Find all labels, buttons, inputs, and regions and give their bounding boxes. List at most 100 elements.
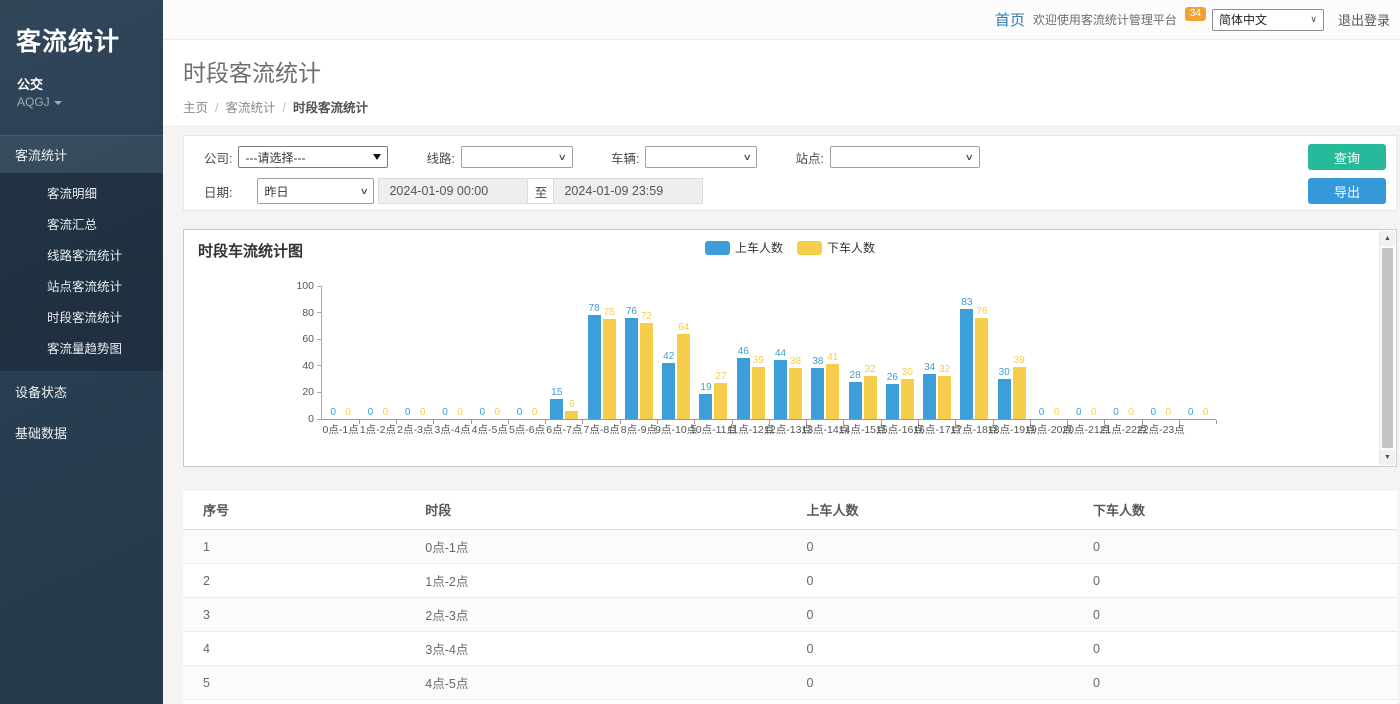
bar[interactable] bbox=[677, 334, 690, 419]
bar-value-label: 32 bbox=[865, 364, 876, 375]
bar-column: 0 bbox=[379, 407, 392, 419]
bar[interactable] bbox=[699, 394, 712, 419]
bar[interactable] bbox=[603, 319, 616, 419]
bar[interactable] bbox=[640, 323, 653, 419]
bar-group: 343216点-17点 bbox=[919, 287, 956, 419]
scroll-down-icon[interactable]: ▼ bbox=[1380, 450, 1395, 465]
bar[interactable] bbox=[826, 364, 839, 419]
bar-value-label: 28 bbox=[850, 370, 861, 381]
table-cell: 0 bbox=[798, 666, 1085, 700]
bar[interactable] bbox=[886, 384, 899, 419]
legend-item[interactable]: 下车人数 bbox=[797, 239, 875, 256]
query-button[interactable]: 查询 bbox=[1308, 144, 1386, 170]
sidebar-item[interactable]: 客流汇总 bbox=[0, 208, 163, 239]
station-select[interactable]: ∨ bbox=[830, 146, 980, 168]
bar-value-label: 0 bbox=[405, 407, 411, 418]
bar-column: 0 bbox=[438, 407, 451, 419]
table-cell: 1 bbox=[183, 530, 417, 564]
bar-group: 78757点-8点 bbox=[583, 287, 620, 419]
bar-value-label: 0 bbox=[1113, 407, 1119, 418]
date-preset-select[interactable]: 昨日 ∨ bbox=[257, 178, 374, 204]
bar-value-label: 83 bbox=[961, 297, 972, 308]
org-name: 公交 bbox=[17, 74, 146, 93]
bar-column: 0 bbox=[491, 407, 504, 419]
sidebar-item[interactable]: 客流明细 bbox=[0, 177, 163, 208]
table-cell: 0 bbox=[1085, 632, 1397, 666]
bar-value-label: 0 bbox=[1128, 407, 1134, 418]
home-link[interactable]: 首页 bbox=[995, 9, 1025, 30]
bar[interactable] bbox=[960, 309, 973, 419]
sidebar-section[interactable]: 客流统计 bbox=[0, 135, 163, 173]
bar[interactable] bbox=[864, 376, 877, 419]
sidebar-item[interactable]: 客流量趋势图 bbox=[0, 332, 163, 363]
bar-value-label: 0 bbox=[1091, 407, 1097, 418]
sidebar-section[interactable]: 设备状态 bbox=[0, 371, 163, 412]
y-axis-tick: 100 bbox=[282, 280, 322, 292]
bar-column: 0 bbox=[327, 407, 340, 419]
sidebar-item[interactable]: 时段客流统计 bbox=[0, 301, 163, 332]
bar[interactable] bbox=[975, 318, 988, 419]
table-cell: 0点-1点 bbox=[417, 530, 798, 564]
x-axis-label: 3点-4点 bbox=[434, 422, 470, 437]
bar-value-label: 0 bbox=[494, 407, 500, 418]
bar[interactable] bbox=[938, 376, 951, 419]
legend-item[interactable]: 上车人数 bbox=[705, 239, 783, 256]
bar-column: 0 bbox=[401, 407, 414, 419]
bar[interactable] bbox=[849, 382, 862, 419]
breadcrumb-parent[interactable]: 客流统计 bbox=[226, 101, 276, 115]
bar-column: 76 bbox=[625, 306, 638, 419]
scroll-up-icon[interactable]: ▲ bbox=[1380, 231, 1395, 246]
bar[interactable] bbox=[789, 368, 802, 419]
logout-link[interactable]: 退出登录 bbox=[1338, 10, 1390, 29]
date-to-input[interactable]: 2024-01-09 23:59 bbox=[554, 179, 702, 203]
col-header-index: 序号 bbox=[183, 491, 417, 530]
x-axis-label: 8点-9点 bbox=[621, 422, 657, 437]
export-button[interactable]: 导出 bbox=[1308, 178, 1386, 204]
bar-group: 0023点-24点 bbox=[1179, 287, 1216, 419]
vehicle-select[interactable]: ∨ bbox=[645, 146, 757, 168]
scrollbar-thumb[interactable] bbox=[1382, 248, 1393, 448]
bar[interactable] bbox=[774, 360, 787, 419]
bar[interactable] bbox=[923, 374, 936, 419]
bar-group: 000点-1点 bbox=[322, 287, 359, 419]
language-select[interactable]: 简体中文 ∨ bbox=[1212, 9, 1324, 31]
bar[interactable] bbox=[1013, 367, 1026, 419]
welcome-text: 欢迎使用客流统计管理平台 bbox=[1033, 11, 1177, 28]
x-axis-label: 7点-8点 bbox=[584, 422, 620, 437]
bar-group: 0021点-22点 bbox=[1105, 287, 1142, 419]
bar[interactable] bbox=[737, 358, 750, 419]
chart-scrollbar[interactable]: ▲ ▼ bbox=[1379, 231, 1395, 465]
chart-legend: 上车人数下车人数 bbox=[705, 239, 875, 256]
table-cell: 5 bbox=[183, 666, 417, 700]
bar-column: 26 bbox=[886, 372, 899, 419]
bar[interactable] bbox=[811, 368, 824, 419]
table-row: 32点-3点00 bbox=[183, 598, 1397, 632]
bar-column: 0 bbox=[1162, 407, 1175, 419]
sidebar-section[interactable]: 基础数据 bbox=[0, 412, 163, 453]
breadcrumb-home[interactable]: 主页 bbox=[183, 101, 208, 115]
bar[interactable] bbox=[565, 411, 578, 419]
date-from-input[interactable]: 2024-01-09 00:00 bbox=[379, 179, 527, 203]
bar-value-label: 30 bbox=[999, 367, 1010, 378]
date-preset-value: 昨日 bbox=[264, 183, 288, 200]
bar[interactable] bbox=[550, 399, 563, 419]
y-axis-tick: 40 bbox=[282, 360, 322, 372]
sidebar-item[interactable]: 站点客流统计 bbox=[0, 270, 163, 301]
company-select[interactable]: ---请选择--- bbox=[238, 146, 388, 168]
line-select[interactable]: ∨ bbox=[461, 146, 573, 168]
bar-value-label: 0 bbox=[368, 407, 374, 418]
bar[interactable] bbox=[901, 379, 914, 419]
bar-column: 0 bbox=[416, 407, 429, 419]
bar[interactable] bbox=[662, 363, 675, 419]
bar[interactable] bbox=[625, 318, 638, 419]
bar[interactable] bbox=[752, 367, 765, 419]
bar-column: 0 bbox=[1072, 407, 1085, 419]
bar-column: 64 bbox=[677, 322, 690, 419]
bar[interactable] bbox=[714, 383, 727, 419]
sidebar-item[interactable]: 线路客流统计 bbox=[0, 239, 163, 270]
bar[interactable] bbox=[998, 379, 1011, 419]
org-code-dropdown[interactable]: AQGJ bbox=[17, 95, 146, 109]
bar[interactable] bbox=[588, 315, 601, 419]
notification-badge[interactable]: 34 bbox=[1185, 7, 1206, 21]
table-cell: 4点-5点 bbox=[417, 666, 798, 700]
